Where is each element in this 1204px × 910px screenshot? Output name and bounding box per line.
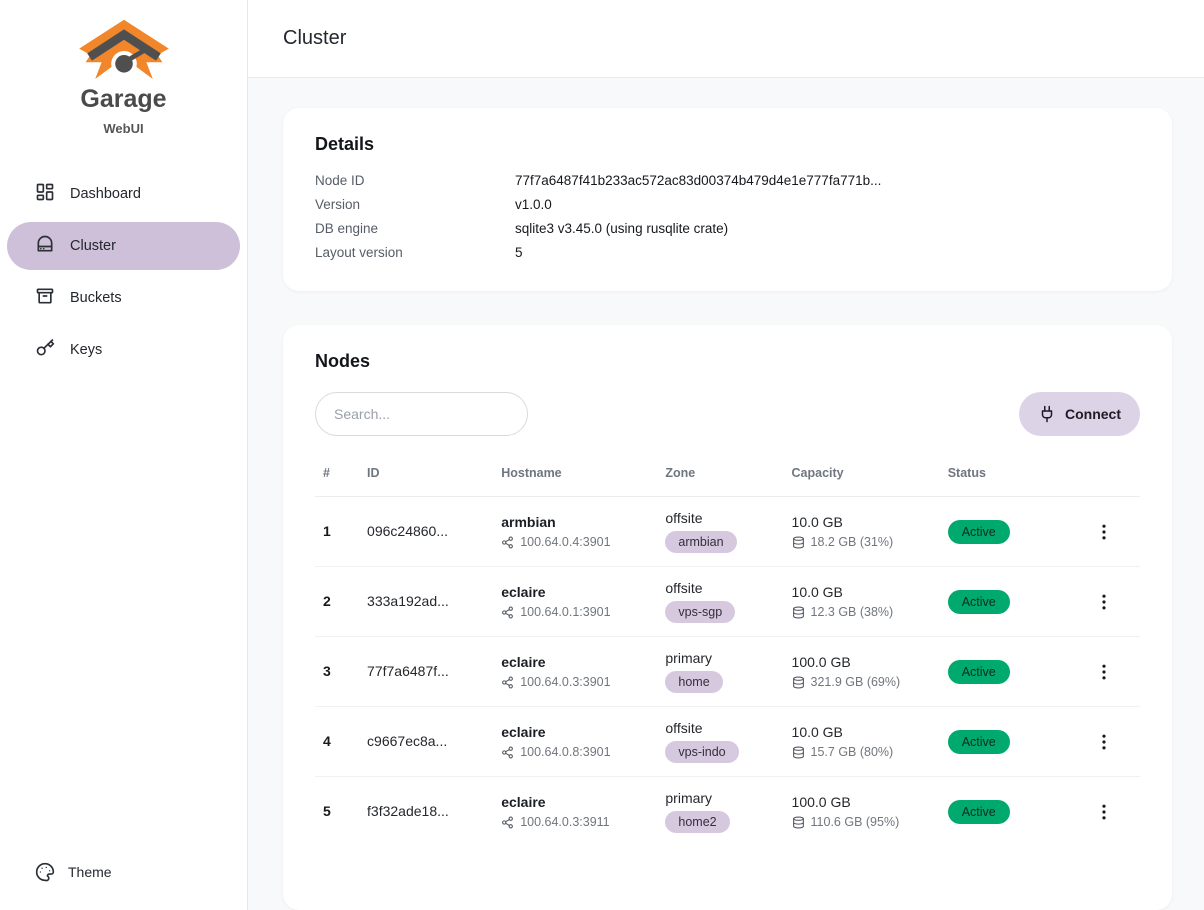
kebab-menu-icon xyxy=(1094,732,1114,752)
kebab-menu-icon xyxy=(1094,592,1114,612)
connect-button[interactable]: Connect xyxy=(1019,392,1140,436)
status-badge: Active xyxy=(948,660,1010,684)
zone-tag: vps-sgp xyxy=(665,601,735,623)
sidebar-item-cluster[interactable]: Cluster xyxy=(7,222,240,270)
node-address: 100.64.0.8:3901 xyxy=(501,745,649,759)
detail-row: DB engine sqlite3 v3.45.0 (using rusqlit… xyxy=(315,217,1140,241)
node-usage: 18.2 GB (31%) xyxy=(792,535,932,549)
status-badge: Active xyxy=(948,730,1010,754)
keys-icon xyxy=(35,338,55,362)
kebab-menu-icon xyxy=(1094,662,1114,682)
table-row: 1 096c24860... armbian 100.64.0.4:3901 xyxy=(315,497,1140,567)
node-usage: 12.3 GB (38%) xyxy=(792,605,932,619)
sidebar-item-label: Keys xyxy=(70,342,102,358)
database-icon xyxy=(792,536,805,549)
database-icon xyxy=(792,606,805,619)
col-header-status: Status xyxy=(940,454,1068,497)
details-title: Details xyxy=(315,134,1140,155)
details-card: Details Node ID 77f7a6487f41b233ac572ac8… xyxy=(283,108,1172,291)
brand-subtitle: WebUI xyxy=(7,121,240,136)
table-row: 3 77f7a6487f... eclaire 100.64.0.3:3901 xyxy=(315,637,1140,707)
row-actions-button[interactable] xyxy=(1076,522,1132,542)
database-icon xyxy=(792,816,805,829)
table-row: 5 f3f32ade18... eclaire 100.64.0.3:3911 xyxy=(315,777,1140,847)
share-icon xyxy=(501,746,514,759)
col-header-num: # xyxy=(315,454,359,497)
col-header-id: ID xyxy=(359,454,493,497)
theme-label: Theme xyxy=(68,864,112,880)
nodes-card: Nodes Connect # ID Hostname xyxy=(283,325,1172,910)
palette-icon xyxy=(35,862,55,882)
table-row: 2 333a192ad... eclaire 100.64.0.1:3901 xyxy=(315,567,1140,637)
col-header-actions xyxy=(1068,454,1140,497)
zone-tag: armbian xyxy=(665,531,736,553)
kebab-menu-icon xyxy=(1094,802,1114,822)
sidebar-item-label: Cluster xyxy=(70,238,116,254)
sidebar-item-buckets[interactable]: Buckets xyxy=(7,274,240,322)
detail-row: Version v1.0.0 xyxy=(315,193,1140,217)
zone-tag: vps-indo xyxy=(665,741,738,763)
kebab-menu-icon xyxy=(1094,522,1114,542)
main-area: Cluster Details Node ID 77f7a6487f41b233… xyxy=(248,0,1204,910)
detail-row: Layout version 5 xyxy=(315,241,1140,265)
garage-logo-icon xyxy=(76,18,172,84)
detail-row: Node ID 77f7a6487f41b233ac572ac83d00374b… xyxy=(315,169,1140,193)
connect-label: Connect xyxy=(1065,406,1121,422)
database-icon xyxy=(792,746,805,759)
status-badge: Active xyxy=(948,520,1010,544)
node-address: 100.64.0.3:3901 xyxy=(501,675,649,689)
row-actions-button[interactable] xyxy=(1076,592,1132,612)
col-header-hostname: Hostname xyxy=(493,454,657,497)
node-address: 100.64.0.1:3901 xyxy=(501,605,649,619)
share-icon xyxy=(501,676,514,689)
node-usage: 321.9 GB (69%) xyxy=(792,675,932,689)
nodes-title: Nodes xyxy=(315,351,1140,372)
search-input[interactable] xyxy=(315,392,528,436)
node-usage: 15.7 GB (80%) xyxy=(792,745,932,759)
theme-toggle[interactable]: Theme xyxy=(7,852,240,892)
nodes-table: # ID Hostname Zone Capacity Status 1 096… xyxy=(315,454,1140,846)
database-icon xyxy=(792,676,805,689)
details-rows: Node ID 77f7a6487f41b233ac572ac83d00374b… xyxy=(315,169,1140,265)
content: Details Node ID 77f7a6487f41b233ac572ac8… xyxy=(248,78,1204,910)
sidebar: Garage WebUI Dashboard Cluster Buckets K… xyxy=(0,0,248,910)
node-address: 100.64.0.4:3901 xyxy=(501,535,649,549)
share-icon xyxy=(501,606,514,619)
row-actions-button[interactable] xyxy=(1076,802,1132,822)
topbar: Cluster xyxy=(248,0,1204,78)
table-header-row: # ID Hostname Zone Capacity Status xyxy=(315,454,1140,497)
zone-tag: home xyxy=(665,671,722,693)
cluster-icon xyxy=(35,234,55,258)
sidebar-item-dashboard[interactable]: Dashboard xyxy=(7,170,240,218)
node-usage: 110.6 GB (95%) xyxy=(792,815,932,829)
brand-name: Garage xyxy=(7,85,240,114)
share-icon xyxy=(501,536,514,549)
row-actions-button[interactable] xyxy=(1076,732,1132,752)
table-row: 4 c9667ec8a... eclaire 100.64.0.8:3901 xyxy=(315,707,1140,777)
col-header-capacity: Capacity xyxy=(784,454,940,497)
sidebar-item-keys[interactable]: Keys xyxy=(7,326,240,374)
col-header-zone: Zone xyxy=(657,454,783,497)
sidebar-item-label: Dashboard xyxy=(70,186,141,202)
plug-icon xyxy=(1038,405,1056,423)
status-badge: Active xyxy=(948,590,1010,614)
nodes-toolbar: Connect xyxy=(315,392,1140,436)
sidebar-nav: Dashboard Cluster Buckets Keys xyxy=(7,170,240,374)
brand: Garage WebUI xyxy=(7,18,240,136)
sidebar-item-label: Buckets xyxy=(70,290,122,306)
row-actions-button[interactable] xyxy=(1076,662,1132,682)
status-badge: Active xyxy=(948,800,1010,824)
buckets-icon xyxy=(35,286,55,310)
node-address: 100.64.0.3:3911 xyxy=(501,815,649,829)
dashboard-icon xyxy=(35,182,55,206)
zone-tag: home2 xyxy=(665,811,729,833)
share-icon xyxy=(501,816,514,829)
page-title: Cluster xyxy=(283,27,346,50)
